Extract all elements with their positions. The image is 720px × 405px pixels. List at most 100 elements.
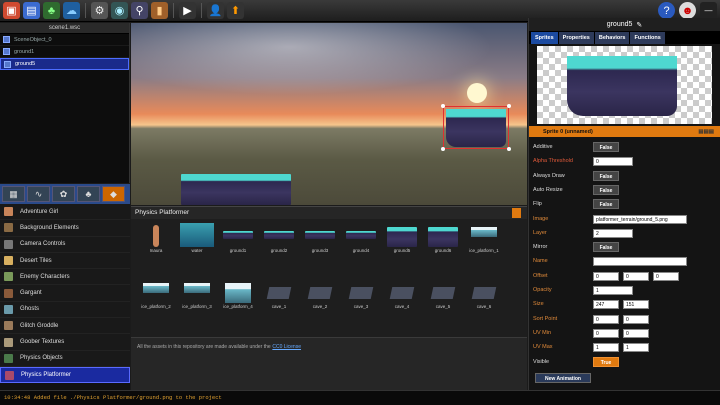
category-item[interactable]: Glitch Groddle (0, 318, 130, 335)
selection-box[interactable] (443, 106, 509, 149)
category-item[interactable]: Physics Platformer (0, 366, 130, 384)
asset-tile[interactable]: ground2 (260, 223, 298, 263)
offset-z-field[interactable]: 0 (653, 271, 679, 281)
offset-label: Offset (533, 272, 548, 279)
sprite-tools-icon[interactable]: ▤▤▤ (698, 129, 714, 135)
export-icon[interactable]: ⬆ (227, 2, 244, 19)
name-field[interactable] (593, 257, 687, 267)
flip-toggle[interactable]: False (593, 199, 619, 210)
sort-y-field[interactable]: 0 (623, 314, 649, 324)
offset-x-field[interactable]: 0 (593, 271, 619, 281)
scene-item-selected[interactable]: ground5 (0, 58, 129, 70)
uvmax-x-field[interactable]: 1 (593, 343, 619, 353)
category-label: Camera Controls (20, 241, 66, 248)
settings-icon[interactable]: ⚙ (91, 2, 108, 19)
asset-tile[interactable]: Inaura (137, 223, 175, 263)
ground1-sprite[interactable] (181, 174, 291, 205)
license-link[interactable]: CC0 License (272, 344, 301, 350)
box-icon[interactable]: ◆ (102, 186, 125, 202)
auto-resize-toggle[interactable]: False (593, 184, 619, 195)
category-item[interactable]: Gargant (0, 285, 130, 302)
folder-icon[interactable] (512, 208, 521, 218)
edit-icon[interactable]: ✎ (636, 21, 642, 29)
asset-tile[interactable]: ground3 (301, 223, 339, 263)
always-draw-toggle[interactable]: False (593, 170, 619, 181)
barrel-icon[interactable]: ▮ (151, 2, 168, 19)
asset-tile[interactable]: cave_2 (301, 279, 339, 319)
help-icon[interactable]: ? (658, 2, 675, 19)
category-item[interactable]: Enemy Characters (0, 269, 130, 286)
offset-y-field[interactable]: 0 (623, 271, 649, 281)
inspector-tabs: Sprites Properties Behaviors Functions (529, 32, 720, 44)
play-icon[interactable]: ▶ (179, 2, 196, 19)
asset-tile[interactable]: cave_6 (465, 279, 503, 319)
layer-field[interactable]: 2 (593, 228, 633, 238)
asset-tile[interactable]: cave_3 (342, 279, 380, 319)
category-item[interactable]: Physics Objects (0, 350, 130, 367)
sprite-header[interactable]: Sprite 0 (unnamed) ▤▤▤ (529, 126, 720, 137)
uvmin-y-field[interactable]: 0 (623, 328, 649, 338)
asset-tile[interactable]: ice_platform_2 (137, 279, 175, 319)
asset-tile[interactable]: cave_5 (424, 279, 462, 319)
resize-handle[interactable] (507, 147, 511, 151)
sort-x-field[interactable]: 0 (593, 314, 619, 324)
asset-tile[interactable]: water (178, 223, 216, 263)
asset-tile[interactable]: ice_platform_1 (465, 223, 503, 263)
new-icon[interactable]: ▣ (3, 2, 20, 19)
tree-icon[interactable]: ♣ (77, 186, 100, 202)
resize-handle[interactable] (507, 104, 511, 108)
flower-icon[interactable]: ✿ (52, 186, 75, 202)
alpha-field[interactable]: 0 (593, 157, 633, 167)
asset-tile[interactable]: ice_platform_4 (219, 279, 257, 319)
uvmin-x-field[interactable]: 0 (593, 328, 619, 338)
account-icon[interactable]: ☻ (679, 2, 696, 19)
category-item[interactable]: Camera Controls (0, 236, 130, 253)
tab-functions[interactable]: Functions (630, 32, 665, 44)
asset-label: ice_platform_1 (469, 248, 499, 253)
asset-tile[interactable]: ground6 (424, 223, 462, 263)
new-animation-button[interactable]: New Animation (535, 373, 591, 383)
search-icon[interactable]: ⚲ (131, 2, 148, 19)
opacity-field[interactable]: 1 (593, 286, 633, 295)
sprite-icon[interactable]: ▦ (2, 186, 25, 202)
asset-thumbnail (221, 223, 255, 247)
scene-item[interactable]: ground1 (0, 46, 129, 58)
size-h-field[interactable]: 151 (623, 300, 649, 310)
category-item[interactable]: Goober Textures (0, 334, 130, 351)
size-w-field[interactable]: 247 (593, 300, 619, 310)
scene-viewport[interactable] (131, 23, 527, 205)
asset-tile[interactable]: ground5 (383, 223, 421, 263)
category-label: Ghosts (20, 306, 40, 313)
resize-handle[interactable] (441, 147, 445, 151)
category-list: Adventure Girl Background Elements Camera … (0, 204, 130, 384)
asset-tile[interactable]: cave_1 (260, 279, 298, 319)
user-icon[interactable]: 👤 (207, 2, 224, 19)
resize-handle[interactable] (441, 104, 445, 108)
alpha-label: Alpha Threshold (533, 158, 573, 165)
category-item[interactable]: Adventure Girl (0, 204, 130, 221)
visible-label: Visible (533, 358, 550, 365)
asset-tile[interactable]: cave_4 (383, 279, 421, 319)
plant-icon[interactable]: ♣ (43, 2, 60, 19)
asset-tile[interactable]: ground4 (342, 223, 380, 263)
category-item[interactable]: Desert Tiles (0, 252, 130, 270)
uvmax-y-field[interactable]: 1 (623, 343, 649, 353)
object-icon (4, 60, 11, 68)
tab-behaviors[interactable]: Behaviors (594, 32, 630, 44)
cloud-icon[interactable]: ☁ (63, 2, 80, 19)
window-controls-icon[interactable]: — (700, 2, 717, 19)
mirror-toggle[interactable]: False (593, 242, 619, 253)
curve-icon[interactable]: ∿ (27, 186, 50, 202)
asset-tile[interactable]: ground1 (219, 223, 257, 263)
tab-properties[interactable]: Properties (558, 32, 594, 44)
category-item[interactable]: Background Elements (0, 220, 130, 237)
image-field[interactable]: platformer_terrain/ground_5.png (593, 214, 687, 224)
asset-tile[interactable]: ice_platform_3 (178, 279, 216, 319)
tab-sprites[interactable]: Sprites (531, 32, 558, 44)
category-item[interactable]: Ghosts (0, 301, 130, 319)
additive-toggle[interactable]: False (593, 142, 619, 152)
visible-toggle[interactable]: True (593, 356, 619, 367)
scene-item[interactable]: SceneObject_0 (0, 34, 129, 46)
view-icon[interactable]: ◉ (111, 2, 128, 19)
save-icon[interactable]: ▤ (23, 2, 40, 19)
